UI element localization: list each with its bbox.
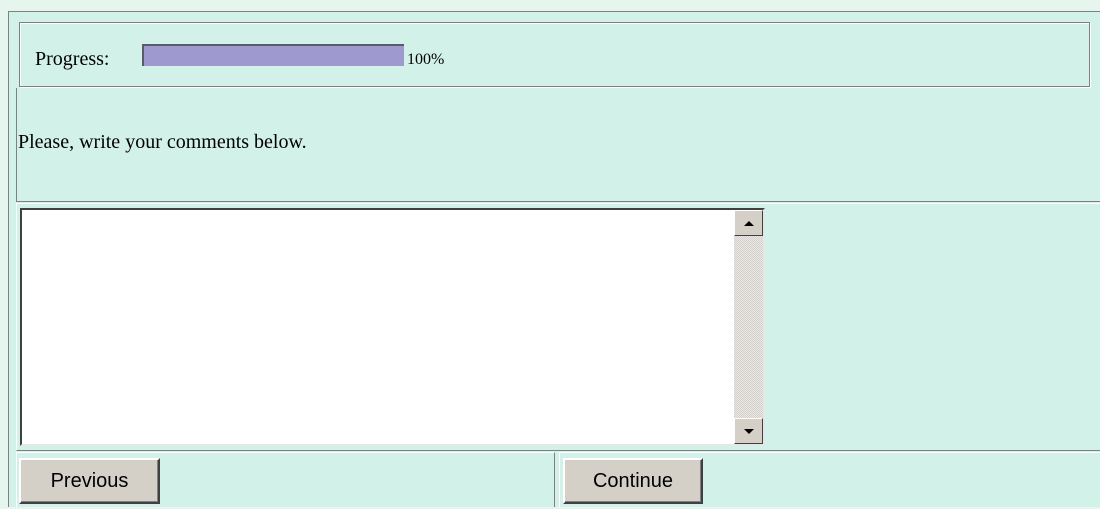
scroll-down-arrow-icon	[743, 428, 754, 434]
scroll-up-button[interactable]	[734, 210, 763, 236]
progress-bar-fill	[144, 46, 404, 66]
progress-label: Progress:	[35, 48, 110, 70]
instruction-text: Please, write your comments below.	[18, 131, 307, 153]
comments-textarea[interactable]	[22, 210, 733, 444]
progress-bar	[142, 44, 404, 66]
previous-button[interactable]: Previous	[19, 458, 160, 504]
comments-scrollbar[interactable]	[733, 210, 763, 444]
comments-textarea-frame	[20, 208, 765, 446]
scroll-up-arrow-icon	[743, 220, 754, 226]
progress-percent: 100%	[407, 51, 445, 68]
scroll-down-button[interactable]	[734, 418, 763, 444]
continue-button[interactable]: Continue	[563, 458, 703, 504]
